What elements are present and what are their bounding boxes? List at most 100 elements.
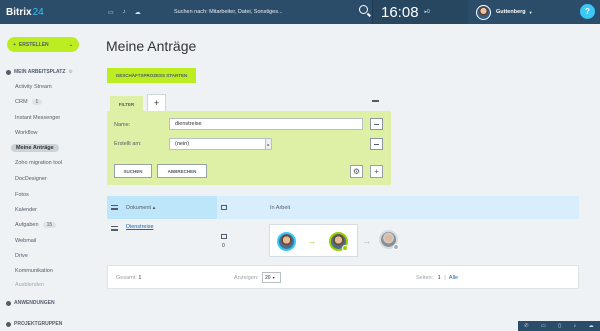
sidebar-item-workflow[interactable]: Workflow bbox=[15, 130, 38, 136]
avatar[interactable] bbox=[277, 232, 296, 251]
section-label: ANWENDUNGEN bbox=[14, 300, 55, 306]
workspace-icon bbox=[6, 69, 11, 75]
bell-icon[interactable]: ♪ bbox=[123, 9, 126, 15]
screen-icon[interactable]: ▯ bbox=[558, 323, 561, 329]
chevron-down-icon: ⌄ bbox=[68, 41, 73, 48]
groups-icon bbox=[6, 321, 11, 327]
apps-icon bbox=[6, 300, 11, 306]
search-input[interactable]: Suchen nach: Mitarbeiter, Datei, Sonstig… bbox=[174, 9, 283, 15]
search-field[interactable]: Suchen nach: Mitarbeiter, Datei, Sonstig… bbox=[166, 0, 372, 24]
name-value: dienstreise bbox=[175, 121, 202, 127]
sidebar-item-kalender[interactable]: Kalender bbox=[15, 207, 37, 213]
sidebar-item-hide[interactable]: Ausblenden bbox=[15, 282, 44, 288]
row-menu-icon[interactable] bbox=[111, 226, 118, 231]
table-footer: Gesamt: 1 Anzeigen: 20 ▾ Seiten: 1 | Alle bbox=[107, 265, 579, 289]
counter-badge: 1 bbox=[31, 99, 43, 105]
help-button[interactable]: ? bbox=[580, 4, 595, 19]
create-button[interactable]: + ERSTELLEN ⌄ bbox=[7, 37, 79, 52]
menu-icon[interactable] bbox=[111, 205, 118, 210]
add-tab-button[interactable]: + bbox=[147, 94, 166, 111]
collapse-filter-button[interactable] bbox=[372, 100, 379, 102]
search-button[interactable]: SUCHEN bbox=[114, 164, 152, 178]
cancel-button[interactable]: ABBRECHEN bbox=[157, 164, 207, 178]
sidebar-item-label: Instant Messenger bbox=[15, 115, 61, 121]
sidebar-item-crm[interactable]: CRM 1 bbox=[15, 99, 43, 105]
column-document[interactable]: Dokument ▴ bbox=[126, 205, 155, 211]
bell-icon[interactable]: ♪ bbox=[574, 323, 577, 329]
bottom-bar: ✆ ▭ ▯ ♪ ☁ bbox=[518, 321, 600, 331]
chat-icon[interactable]: ▭ bbox=[541, 323, 546, 329]
sidebar-item-label: Kommunikation bbox=[15, 268, 53, 274]
remove-name-field-button[interactable] bbox=[370, 118, 383, 130]
page-size-select[interactable]: 20 ▾ bbox=[262, 272, 281, 283]
logo[interactable]: Bitrix24 bbox=[0, 7, 104, 18]
sidebar-item-aufgaben[interactable]: Aufgaben 15 bbox=[15, 222, 57, 228]
sidebar-item-label: CRM bbox=[15, 99, 28, 105]
section-groups[interactable]: PROJEKTGRUPPEN bbox=[6, 321, 62, 327]
sidebar-item-label: Zoho migration tool bbox=[15, 160, 63, 166]
section-workspace[interactable]: MEIN ARBEITSPLATZ ⚙ bbox=[6, 69, 73, 75]
section-label: MEIN ARBEITSPLATZ bbox=[14, 69, 66, 75]
sidebar-item-fotos[interactable]: Fotos bbox=[15, 192, 29, 198]
section-apps[interactable]: ANWENDUNGEN bbox=[6, 300, 55, 306]
sidebar-item-kommunikation[interactable]: Kommunikation bbox=[15, 268, 53, 274]
gear-icon[interactable]: ⚙ bbox=[68, 69, 72, 75]
time-block[interactable]: 16:08 ▸0 bbox=[372, 0, 468, 24]
plus-icon: + bbox=[374, 167, 379, 176]
sidebar-item-label: Kalender bbox=[15, 207, 38, 213]
sidebar-item-drive[interactable]: Drive bbox=[15, 253, 28, 259]
document-link[interactable]: Dienstreise bbox=[126, 224, 154, 230]
top-bar: Bitrix24 ▭ ♪ ☁ Suchen nach: Mitarbeiter,… bbox=[0, 0, 600, 24]
column-in-work[interactable]: In Arbeit bbox=[270, 205, 290, 211]
clock: 16:08 bbox=[381, 3, 419, 21]
chevron-down-icon: ▾ bbox=[272, 275, 275, 280]
comments-icon bbox=[221, 234, 227, 239]
name-label: Name: bbox=[114, 122, 131, 128]
sort-up-icon: ▴ bbox=[152, 205, 156, 211]
plus-icon: + bbox=[153, 98, 160, 108]
check-icon bbox=[342, 245, 348, 251]
counter-badge: 15 bbox=[42, 222, 57, 228]
sidebar-item-label: Ausblenden bbox=[15, 282, 45, 288]
start-process-button[interactable]: GESCHÄFTSPROZESS STARTEN bbox=[107, 68, 196, 83]
pages-label: Seiten: bbox=[416, 275, 434, 281]
sidebar-item-label: DocDesigner bbox=[15, 176, 47, 182]
sidebar-item-instant-messenger[interactable]: Instant Messenger bbox=[15, 115, 60, 121]
all-pages-link[interactable]: Alle bbox=[449, 275, 458, 281]
sidebar-item-label: Workflow bbox=[15, 130, 38, 136]
arrow-right-icon: → bbox=[362, 236, 371, 246]
section-label: PROJEKTGRUPPEN bbox=[14, 321, 63, 327]
comments-icon bbox=[221, 205, 227, 210]
sidebar-item-webmail[interactable]: Webmail bbox=[15, 238, 36, 244]
remove-created-field-button[interactable] bbox=[370, 138, 383, 150]
chevron-down-icon[interactable]: ▼ bbox=[529, 10, 533, 15]
chat-icon[interactable]: ▭ bbox=[108, 9, 114, 16]
user-menu[interactable]: Guttenberg ▼ bbox=[476, 4, 533, 20]
sidebar-item-zoho[interactable]: Zoho migration tool bbox=[15, 160, 62, 166]
cloud-icon[interactable]: ☁ bbox=[135, 9, 141, 16]
add-field-button[interactable]: + bbox=[370, 165, 383, 178]
show-label: Anzeigen: bbox=[234, 275, 259, 281]
total-label: Gesamt: bbox=[116, 275, 137, 281]
sidebar-item-label: Webmail bbox=[15, 238, 37, 244]
create-label: ERSTELLEN bbox=[18, 41, 49, 48]
current-page[interactable]: 1 bbox=[438, 275, 441, 281]
top-icons: ▭ ♪ ☁ bbox=[104, 9, 166, 16]
sidebar-item-docdesigner[interactable]: DocDesigner bbox=[15, 176, 47, 182]
created-select[interactable]: (nein) ▸ bbox=[169, 138, 272, 150]
sidebar-item-label: Drive bbox=[15, 253, 28, 259]
separator: | bbox=[444, 275, 446, 281]
sidebar-item-meine-antraege[interactable]: Meine Anträge bbox=[11, 144, 59, 152]
phone-icon[interactable]: ✆ bbox=[524, 323, 528, 329]
gear-icon bbox=[393, 244, 399, 250]
user-name[interactable]: Guttenberg bbox=[496, 9, 526, 15]
search-icon[interactable] bbox=[359, 5, 368, 14]
gear-icon[interactable]: ⚙ bbox=[350, 165, 363, 178]
table-header-sorted bbox=[107, 196, 217, 219]
plus-icon: + bbox=[13, 41, 16, 48]
name-input[interactable]: dienstreise bbox=[169, 118, 363, 130]
avatar[interactable] bbox=[476, 4, 491, 20]
cloud-icon[interactable]: ☁ bbox=[589, 323, 594, 329]
logo-number: 24 bbox=[32, 6, 44, 18]
sidebar-item-activity-stream[interactable]: Activity Stream bbox=[15, 84, 52, 90]
